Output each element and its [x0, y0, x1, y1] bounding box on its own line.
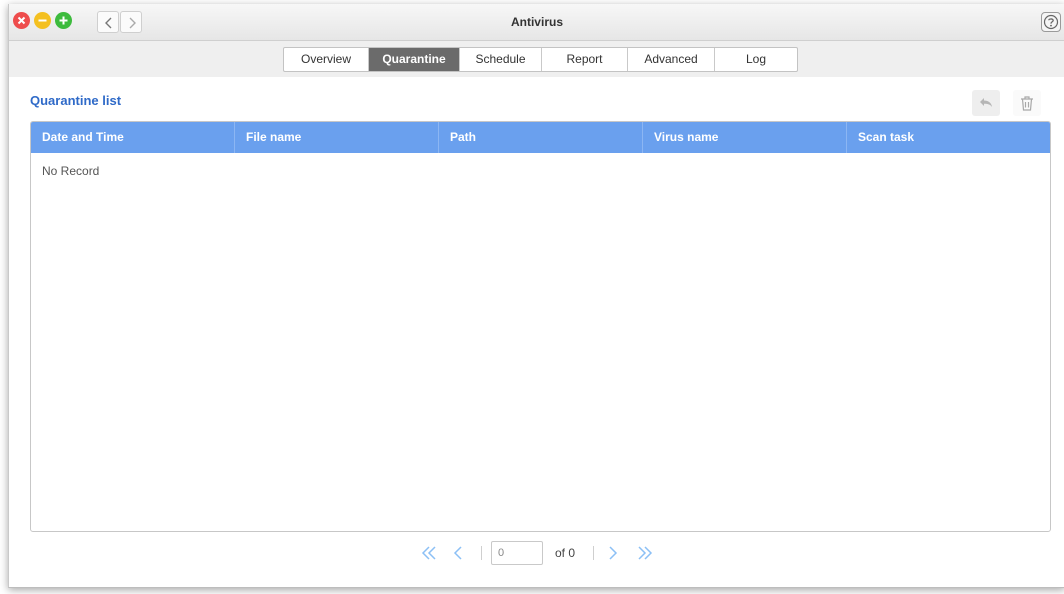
- plus-icon: [59, 16, 68, 25]
- last-page-icon[interactable]: [637, 546, 653, 560]
- question-icon: [1043, 14, 1059, 30]
- tab-overview[interactable]: Overview: [284, 48, 369, 71]
- quarantine-table: Date and Time File name Path Virus name …: [30, 121, 1051, 532]
- pagination: of 0: [9, 540, 1064, 566]
- minus-icon: [38, 19, 47, 22]
- tab-schedule[interactable]: Schedule: [460, 48, 542, 71]
- back-button[interactable]: [97, 11, 119, 33]
- pager-divider: [481, 546, 482, 560]
- tab-quarantine[interactable]: Quarantine: [369, 48, 460, 71]
- first-page-icon[interactable]: [421, 546, 437, 560]
- chevron-right-icon: [129, 17, 136, 29]
- restore-icon: [980, 98, 992, 107]
- column-header-path[interactable]: Path: [439, 122, 643, 153]
- chevron-left-icon: [105, 17, 112, 29]
- tab-report[interactable]: Report: [542, 48, 628, 71]
- empty-message: No Record: [42, 164, 100, 178]
- table-header: Date and Time File name Path Virus name …: [31, 122, 1050, 153]
- page-count: of 0: [555, 546, 576, 560]
- close-window-button[interactable]: [13, 12, 30, 29]
- column-header-file-name[interactable]: File name: [235, 122, 439, 153]
- close-icon: [17, 16, 26, 25]
- pager-divider: [593, 546, 594, 560]
- page-number-input[interactable]: [491, 541, 543, 565]
- tab-advanced[interactable]: Advanced: [628, 48, 715, 71]
- tab-group: Overview Quarantine Schedule Report Adva…: [283, 47, 798, 72]
- trash-icon: [1021, 96, 1033, 111]
- restore-button[interactable]: [972, 90, 1000, 116]
- quarantine-list-title: Quarantine list: [30, 93, 122, 108]
- next-page-icon[interactable]: [608, 546, 618, 560]
- window-title: Antivirus: [510, 15, 563, 29]
- title-bar: Antivirus: [9, 4, 1064, 41]
- column-header-scan-task[interactable]: Scan task: [847, 122, 1050, 153]
- tab-log[interactable]: Log: [715, 48, 797, 71]
- maximize-window-button[interactable]: [55, 12, 72, 29]
- antivirus-window: Antivirus Overview Quarantine Schedule R…: [8, 4, 1064, 588]
- tab-bar: Overview Quarantine Schedule Report Adva…: [9, 41, 1064, 77]
- delete-button[interactable]: [1013, 90, 1041, 116]
- column-header-virus-name[interactable]: Virus name: [643, 122, 847, 153]
- help-button[interactable]: [1041, 12, 1061, 32]
- previous-page-icon[interactable]: [453, 546, 463, 560]
- forward-button[interactable]: [120, 11, 142, 33]
- minimize-window-button[interactable]: [34, 12, 51, 29]
- column-header-date-time[interactable]: Date and Time: [31, 122, 235, 153]
